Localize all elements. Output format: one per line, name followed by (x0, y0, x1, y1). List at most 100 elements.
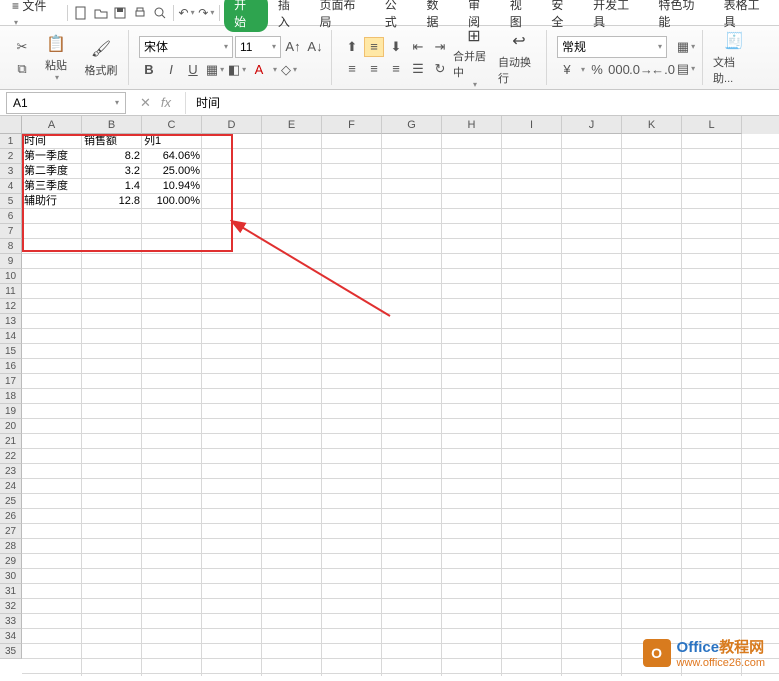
column-header[interactable]: J (562, 116, 622, 134)
row-header[interactable]: 22 (0, 449, 22, 464)
row-header[interactable]: 3 (0, 164, 22, 179)
row-header[interactable]: 34 (0, 629, 22, 644)
row-header[interactable]: 16 (0, 359, 22, 374)
cell[interactable]: 1.4 (82, 179, 142, 194)
cell[interactable]: 100.00% (142, 194, 202, 209)
tab-special[interactable]: 特色功能 (650, 0, 713, 32)
row-header[interactable]: 19 (0, 404, 22, 419)
cell[interactable]: 第二季度 (22, 164, 82, 179)
column-header[interactable]: B (82, 116, 142, 134)
cell[interactable]: 3.2 (82, 164, 142, 179)
tab-devtools[interactable]: 开发工具 (585, 0, 648, 32)
cell[interactable]: 时间 (22, 134, 82, 149)
row-header[interactable]: 27 (0, 524, 22, 539)
row-header[interactable]: 11 (0, 284, 22, 299)
row-header[interactable]: 28 (0, 539, 22, 554)
open-icon[interactable] (92, 4, 110, 22)
row-header[interactable]: 29 (0, 554, 22, 569)
tab-insert[interactable]: 插入 (270, 0, 310, 32)
tab-formula[interactable]: 公式 (377, 0, 417, 32)
row-header[interactable]: 4 (0, 179, 22, 194)
align-center-icon[interactable]: ≡ (364, 59, 384, 79)
wrap-text-button[interactable]: ↩ 自动换行 (498, 30, 540, 86)
undo-icon[interactable]: ↶▾ (178, 4, 196, 22)
decrease-decimal-icon[interactable]: ←.0 (653, 60, 673, 80)
tab-security[interactable]: 安全 (543, 0, 583, 32)
merge-center-button[interactable]: ⊞ 合并居中▾ (453, 30, 495, 86)
column-header[interactable]: D (202, 116, 262, 134)
cancel-icon[interactable]: ✕ (140, 95, 151, 111)
cell[interactable]: 列1 (142, 134, 202, 149)
decrease-font-icon[interactable]: A↓ (305, 37, 325, 57)
column-header[interactable]: I (502, 116, 562, 134)
row-header[interactable]: 26 (0, 509, 22, 524)
column-header[interactable]: H (442, 116, 502, 134)
cond-format-icon[interactable]: ▦▾ (676, 37, 696, 57)
column-header[interactable]: F (322, 116, 382, 134)
row-header[interactable]: 31 (0, 584, 22, 599)
underline-icon[interactable]: U (183, 60, 203, 80)
preview-icon[interactable] (151, 4, 169, 22)
row-header[interactable]: 21 (0, 434, 22, 449)
row-header[interactable]: 20 (0, 419, 22, 434)
column-header[interactable]: L (682, 116, 742, 134)
tab-pagelayout[interactable]: 页面布局 (311, 0, 374, 32)
print-icon[interactable] (131, 4, 149, 22)
tab-start[interactable]: 开始 (224, 0, 268, 32)
percent-icon[interactable]: % (587, 60, 607, 80)
cell[interactable]: 10.94% (142, 179, 202, 194)
row-header[interactable]: 7 (0, 224, 22, 239)
currency-icon[interactable]: ¥ (557, 60, 577, 80)
cell[interactable]: 销售额 (82, 134, 142, 149)
formula-input[interactable] (185, 92, 779, 114)
cell[interactable]: 12.8 (82, 194, 142, 209)
justify-icon[interactable]: ☰ (408, 59, 428, 79)
align-top-icon[interactable]: ⬆ (342, 37, 362, 57)
cells-area[interactable]: 时间销售额列1第一季度8.264.06%第二季度3.225.00%第三季度1.4… (22, 134, 779, 676)
spreadsheet-grid[interactable]: ABCDEFGHIJKL 123456789101112131415161718… (0, 116, 779, 676)
row-header[interactable]: 35 (0, 644, 22, 659)
new-icon[interactable] (72, 4, 90, 22)
row-header[interactable]: 18 (0, 389, 22, 404)
indent-decrease-icon[interactable]: ⇤ (408, 37, 428, 57)
fx-icon[interactable]: fx (161, 95, 171, 111)
column-header[interactable]: A (22, 116, 82, 134)
name-box[interactable]: A1▾ (6, 92, 126, 114)
row-header[interactable]: 33 (0, 614, 22, 629)
italic-icon[interactable]: I (161, 60, 181, 80)
font-size-combo[interactable]: 11▾ (235, 36, 281, 58)
column-header[interactable]: E (262, 116, 322, 134)
indent-increase-icon[interactable]: ⇥ (430, 37, 450, 57)
cell[interactable]: 第一季度 (22, 149, 82, 164)
row-header[interactable]: 6 (0, 209, 22, 224)
select-all-corner[interactable] (0, 116, 22, 134)
align-bottom-icon[interactable]: ⬇ (386, 37, 406, 57)
align-left-icon[interactable]: ≡ (342, 59, 362, 79)
increase-decimal-icon[interactable]: .0→ (631, 60, 651, 80)
row-header[interactable]: 2 (0, 149, 22, 164)
clear-format-icon[interactable]: ◇▾ (279, 60, 299, 80)
row-header[interactable]: 15 (0, 344, 22, 359)
column-header[interactable]: K (622, 116, 682, 134)
align-middle-icon[interactable]: ≡ (364, 37, 384, 57)
row-header[interactable]: 8 (0, 239, 22, 254)
row-header[interactable]: 32 (0, 599, 22, 614)
row-header[interactable]: 12 (0, 299, 22, 314)
column-header[interactable]: G (382, 116, 442, 134)
row-header[interactable]: 25 (0, 494, 22, 509)
row-header[interactable]: 14 (0, 329, 22, 344)
number-format-combo[interactable]: 常规▾ (557, 36, 667, 58)
comma-icon[interactable]: 000 (609, 60, 629, 80)
tab-data[interactable]: 数据 (418, 0, 458, 32)
tab-view[interactable]: 视图 (502, 0, 542, 32)
row-header[interactable]: 24 (0, 479, 22, 494)
doc-assistant-button[interactable]: 🧾 文档助... (713, 30, 755, 86)
fill-color-icon[interactable]: ◧▾ (227, 60, 247, 80)
file-menu[interactable]: ≡ 文件 ▾ (4, 0, 63, 30)
format-painter-button[interactable]: 🖌 格式刷 (80, 30, 122, 86)
align-right-icon[interactable]: ≡ (386, 59, 406, 79)
increase-font-icon[interactable]: A↑ (283, 37, 303, 57)
row-header[interactable]: 1 (0, 134, 22, 149)
row-header[interactable]: 23 (0, 464, 22, 479)
save-icon[interactable] (112, 4, 130, 22)
